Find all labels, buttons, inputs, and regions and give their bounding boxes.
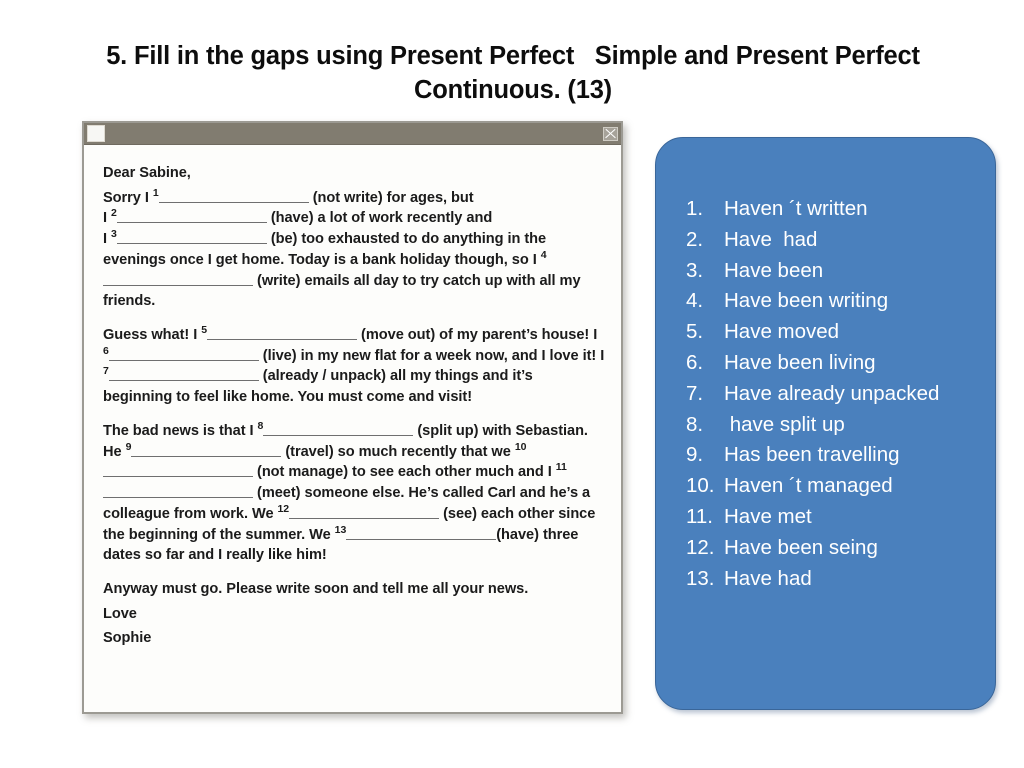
answer-text: Have met <box>724 504 812 528</box>
answer-number: 2. <box>686 227 704 251</box>
answer-blank[interactable] <box>108 347 259 361</box>
answer-item: 1. Haven ´t written <box>686 194 995 225</box>
answer-blank[interactable] <box>116 230 267 245</box>
answer-item: 10. Haven ´t managed <box>686 471 995 502</box>
answer-number: 7. <box>686 381 704 405</box>
answer-text: Have had <box>724 566 812 590</box>
answer-item: 7. Have already unpacked <box>686 379 995 410</box>
answer-number: 3. <box>686 258 704 282</box>
close-icon[interactable] <box>603 126 618 141</box>
letter-closing-line: Anyway must go. Please write soon and te… <box>103 580 529 597</box>
answers-list: 1. Haven ´t written 2. Have had 3. Have been 4… <box>656 138 995 594</box>
answer-blank[interactable] <box>289 505 440 519</box>
gap-number: 11 <box>555 461 567 474</box>
document-icon <box>87 125 105 142</box>
answer-text: Have been seing <box>724 535 878 559</box>
answer-text: Have moved <box>724 320 840 344</box>
answer-item: 12. Have been seing <box>686 533 995 564</box>
answer-text: Have been writing <box>724 289 889 313</box>
answer-item: 6. Have been living <box>686 348 995 379</box>
answer-number: 1. <box>686 197 704 220</box>
answer-blank[interactable] <box>108 368 259 382</box>
letter-window: Dear Sabine, Sorry I 1 (not write) for a… <box>82 121 623 714</box>
answer-number: 11. <box>686 504 713 528</box>
answer-text: Have had <box>724 227 818 251</box>
letter-paragraph: The bad news is that I 8 (split up) with… <box>103 420 596 564</box>
page-title: 5. Fill in the gaps using Present Perfec… <box>106 42 927 104</box>
answer-number: 9. <box>686 443 704 467</box>
answer-item: 13. Have had <box>686 564 995 595</box>
answer-blank[interactable] <box>103 484 253 499</box>
answer-number: 6. <box>686 350 704 374</box>
answer-blank[interactable] <box>116 210 267 224</box>
answer-blank[interactable] <box>207 326 358 341</box>
answer-text: Haven ´t written <box>724 197 868 220</box>
letter-signature: Sophie <box>103 630 152 647</box>
window-title-bar <box>84 123 621 145</box>
answer-number: 12. <box>686 535 715 559</box>
answer-number: 8. <box>686 412 704 436</box>
answer-text: Haven ´t managed <box>724 474 893 498</box>
answer-blank[interactable] <box>263 422 414 436</box>
answer-blank[interactable] <box>103 272 253 286</box>
gap-number: 10 <box>514 440 527 453</box>
answer-number: 10. <box>686 474 715 498</box>
answer-blank[interactable] <box>131 443 282 457</box>
answer-blank[interactable] <box>158 189 309 203</box>
answer-item: 2. Have had <box>686 225 995 256</box>
answer-number: 4. <box>686 289 704 313</box>
answer-item: 8. have split up <box>686 410 995 441</box>
answer-text: have split up <box>724 412 845 436</box>
answer-item: 9. Has been travelling <box>686 440 995 471</box>
answer-item: 5. Have moved <box>686 317 995 348</box>
letter-sign-off: Love <box>103 605 137 622</box>
letter-greeting: Dear Sabine, <box>103 165 191 181</box>
gap-number: 12 <box>277 502 290 515</box>
letter-paragraph: Sorry I 1 (not write) for ages, but I 2 (… <box>103 186 581 310</box>
answer-number: 13. <box>686 566 715 590</box>
answer-text: Have been <box>724 258 824 282</box>
letter-paragraph: Guess what! I 5 (move out) of my parent’… <box>103 324 605 406</box>
answer-text: Has been travelling <box>724 443 900 467</box>
answer-item: 3. Have been <box>686 256 995 287</box>
slide-canvas: 5. Fill in the gaps using Present Perfec… <box>0 0 1024 768</box>
gap-number: 4 <box>540 249 547 262</box>
answer-text: Have already unpacked <box>724 381 940 405</box>
answer-blank[interactable] <box>346 526 497 540</box>
answer-item: 4. Have been writing <box>686 286 995 317</box>
answer-text: Have been living <box>724 350 876 374</box>
answer-item: 11. Have met <box>686 502 995 533</box>
answer-number: 5. <box>686 320 704 344</box>
gap-number: 13 <box>334 523 347 536</box>
answers-panel: 1. Haven ´t written 2. Have had 3. Have been 4… <box>655 137 996 710</box>
answer-blank[interactable] <box>103 463 253 478</box>
letter-body: Dear Sabine, Sorry I 1 (not write) for a… <box>84 145 621 659</box>
